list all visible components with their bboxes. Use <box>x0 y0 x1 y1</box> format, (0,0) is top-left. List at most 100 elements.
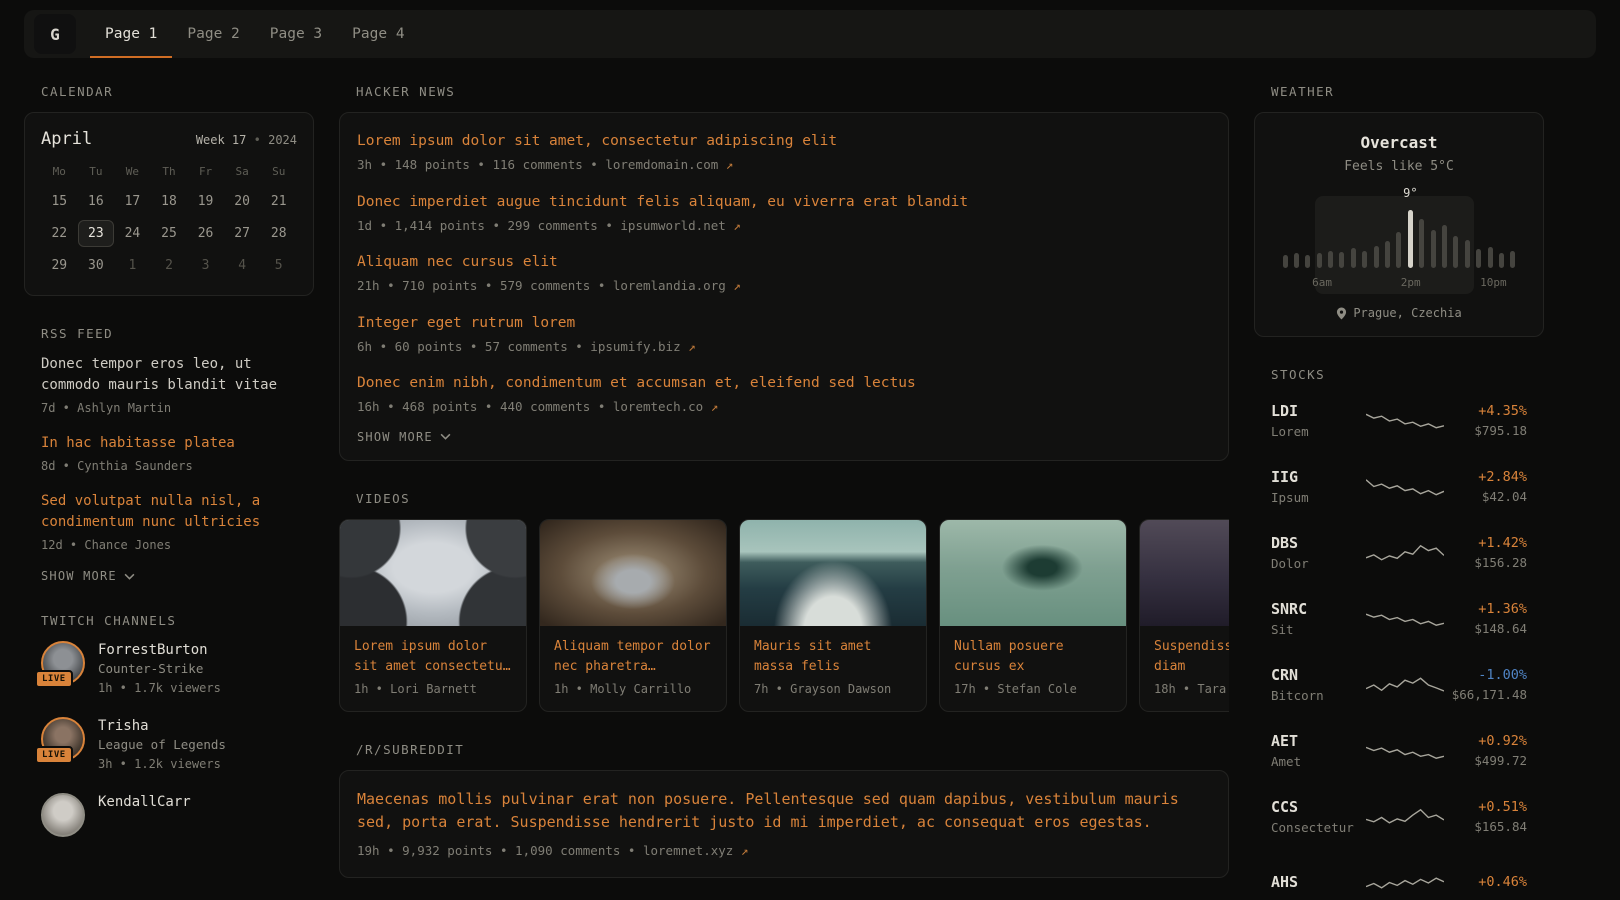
stock-ticker: SNRC <box>1271 600 1366 618</box>
weather-bar <box>1431 230 1436 268</box>
source-domain-link[interactable]: ipsumify.biz ↗ <box>590 339 695 354</box>
source-domain-link[interactable]: loremnet.xyz ↗ <box>643 843 748 858</box>
rss-item-title[interactable]: Donec tempor eros leo, ut commodo mauris… <box>41 354 297 396</box>
stock-price: $156.28 <box>1444 555 1527 570</box>
stock-sparkline-chart <box>1366 471 1444 501</box>
rss-item-title[interactable]: Sed volutpat nulla nisl, a condimentum n… <box>41 491 297 533</box>
video-card[interactable]: Lorem ipsum dolor sit amet consectetu… 1h… <box>339 519 527 712</box>
tab-page-4[interactable]: Page 4 <box>337 10 419 58</box>
stock-row[interactable]: AETAmet+0.92%$499.72 <box>1254 725 1544 775</box>
calendar-day: 22 <box>41 220 78 247</box>
stock-ticker: LDI <box>1271 402 1366 420</box>
rss-item-meta: 12d • Chance Jones <box>41 537 297 554</box>
stock-row[interactable]: IIGIpsum+2.84%$42.04 <box>1254 461 1544 511</box>
source-domain-link[interactable]: loremdomain.com ↗ <box>605 157 733 172</box>
chevron-down-icon <box>440 433 451 440</box>
stock-left: CCSConsectetur <box>1271 798 1366 835</box>
stock-change: -1.00% <box>1444 667 1527 683</box>
stock-sparkline <box>1366 471 1444 501</box>
left-column: CALENDAR April Week 17 • 2024 MoTuWeThFr… <box>24 84 314 900</box>
video-meta: 1h • Lori Barnett <box>354 681 512 698</box>
calendar-widget-title: CALENDAR <box>41 84 314 99</box>
hn-item-title[interactable]: Lorem ipsum dolor sit amet, consectetur … <box>357 131 1211 152</box>
video-card[interactable]: Mauris sit amet massa felis7h • Grayson … <box>739 519 927 712</box>
stock-ticker: AHS <box>1271 873 1366 891</box>
twitch-channel-name[interactable]: Trisha <box>98 718 226 734</box>
stock-right: -1.00%$66,171.48 <box>1444 667 1527 702</box>
stock-row[interactable]: CCSConsectetur+0.51%$165.84 <box>1254 791 1544 841</box>
video-card[interactable]: Nullam posuere cursus ex17h • Stefan Col… <box>939 519 1127 712</box>
external-link-icon: ↗ <box>733 278 741 293</box>
weather-time: 6am <box>1312 276 1332 289</box>
stock-row[interactable]: LDILorem+4.35%$795.18 <box>1254 395 1544 445</box>
weather-bar <box>1465 240 1470 268</box>
stock-right: +0.46% <box>1444 874 1527 890</box>
rss-item-title[interactable]: In hac habitasse platea <box>41 433 297 454</box>
source-domain-link[interactable]: loremlandia.org ↗ <box>613 278 741 293</box>
video-title[interactable]: Mauris sit amet massa felis <box>754 637 912 677</box>
weather-bar <box>1374 246 1379 268</box>
hn-item-title[interactable]: Donec imperdiet augue tincidunt felis al… <box>357 192 1211 213</box>
weather-bar <box>1453 236 1458 268</box>
hn-item-title[interactable]: Integer eget rutrum lorem <box>357 313 1211 334</box>
twitch-channel[interactable]: KendallCarr <box>41 793 297 837</box>
tab-page-2[interactable]: Page 2 <box>172 10 254 58</box>
stock-left: AHS <box>1271 873 1366 891</box>
stock-row[interactable]: SNRCSit+1.36%$148.64 <box>1254 593 1544 643</box>
twitch-avatar <box>41 793 85 837</box>
stock-right: +4.35%$795.18 <box>1444 403 1527 438</box>
calendar-dow: Tu <box>78 161 115 183</box>
hn-item-title[interactable]: Aliquam nec cursus elit <box>357 252 1211 273</box>
stock-sparkline-chart <box>1366 537 1444 567</box>
video-title[interactable]: Nullam posuere cursus ex <box>954 637 1112 677</box>
hn-item-title[interactable]: Donec enim nibh, condimentum et accumsan… <box>357 373 1211 394</box>
twitch-info: ForrestBurtonCounter-Strike1h • 1.7k vie… <box>98 641 221 697</box>
video-meta: 18h • Tara <box>1154 681 1229 698</box>
tab-page-1[interactable]: Page 1 <box>90 10 172 58</box>
stock-left: CRNBitcorn <box>1271 666 1366 703</box>
source-domain-link[interactable]: loremtech.co ↗ <box>613 399 718 414</box>
external-link-icon: ↗ <box>711 399 719 414</box>
twitch-channel-name[interactable]: ForrestBurton <box>98 642 221 658</box>
tab-page-3[interactable]: Page 3 <box>255 10 337 58</box>
video-thumbnail <box>340 520 526 626</box>
video-title[interactable]: Lorem ipsum dolor sit amet consectetu… <box>354 637 512 677</box>
stock-right: +1.36%$148.64 <box>1444 601 1527 636</box>
weather-bar <box>1408 210 1413 268</box>
calendar-day: 23 <box>78 220 115 247</box>
weather-bar <box>1339 252 1344 268</box>
stock-row[interactable]: AHS +0.46% <box>1254 857 1544 900</box>
stock-sparkline-chart <box>1366 603 1444 633</box>
video-title[interactable]: Aliquam tempor dolor nec pharetra… <box>554 637 712 677</box>
twitch-channel[interactable]: LIVEForrestBurtonCounter-Strike1h • 1.7k… <box>41 641 297 697</box>
weather-feels-like: Feels like 5°C <box>1271 159 1527 174</box>
external-link-icon: ↗ <box>726 157 734 172</box>
stocks-widget-title: STOCKS <box>1271 367 1544 382</box>
rss-show-more-button[interactable]: SHOW MORE <box>41 569 297 583</box>
hackernews-show-more-button[interactable]: SHOW MORE <box>357 430 1211 444</box>
twitch-widget: TWITCH CHANNELS LIVEForrestBurtonCounter… <box>24 613 314 837</box>
weather-times: 6am2pm10pm <box>1283 276 1516 290</box>
right-column: WEATHER Overcast Feels like 5°C 9° 6am2p… <box>1254 84 1544 900</box>
app-logo[interactable]: G <box>34 14 76 54</box>
stock-row[interactable]: CRNBitcorn -1.00%$66,171.48 <box>1254 659 1544 709</box>
stock-ticker: CRN <box>1271 666 1366 684</box>
subreddit-post-title[interactable]: Maecenas mollis pulvinar erat non posuer… <box>357 788 1211 835</box>
video-thumbnail <box>740 520 926 626</box>
video-card[interactable]: Suspendisse diam 18h • Tara <box>1139 519 1229 712</box>
hackernews-widget-title: HACKER NEWS <box>356 84 1229 99</box>
weather-time: 2pm <box>1401 276 1421 289</box>
source-domain-link[interactable]: ipsumworld.net ↗ <box>620 218 740 233</box>
video-title[interactable]: Suspendisse diam <box>1154 637 1229 677</box>
weather-card: Overcast Feels like 5°C 9° 6am2pm10pm Pr… <box>1254 112 1544 337</box>
stocks-list: LDILorem+4.35%$795.18 IIGIpsum+2.84%$42.0… <box>1254 395 1544 900</box>
weather-bar <box>1510 251 1515 268</box>
stock-price: $795.18 <box>1444 423 1527 438</box>
twitch-channel[interactable]: LIVETrishaLeague of Legends3h • 1.2k vie… <box>41 717 297 773</box>
stock-left: IIGIpsum <box>1271 468 1366 505</box>
weather-bar <box>1442 225 1447 268</box>
twitch-channel-name[interactable]: KendallCarr <box>98 794 191 810</box>
stock-sparkline-chart <box>1366 801 1444 831</box>
video-card[interactable]: Aliquam tempor dolor nec pharetra…1h • M… <box>539 519 727 712</box>
stock-row[interactable]: DBSDolor+1.42%$156.28 <box>1254 527 1544 577</box>
